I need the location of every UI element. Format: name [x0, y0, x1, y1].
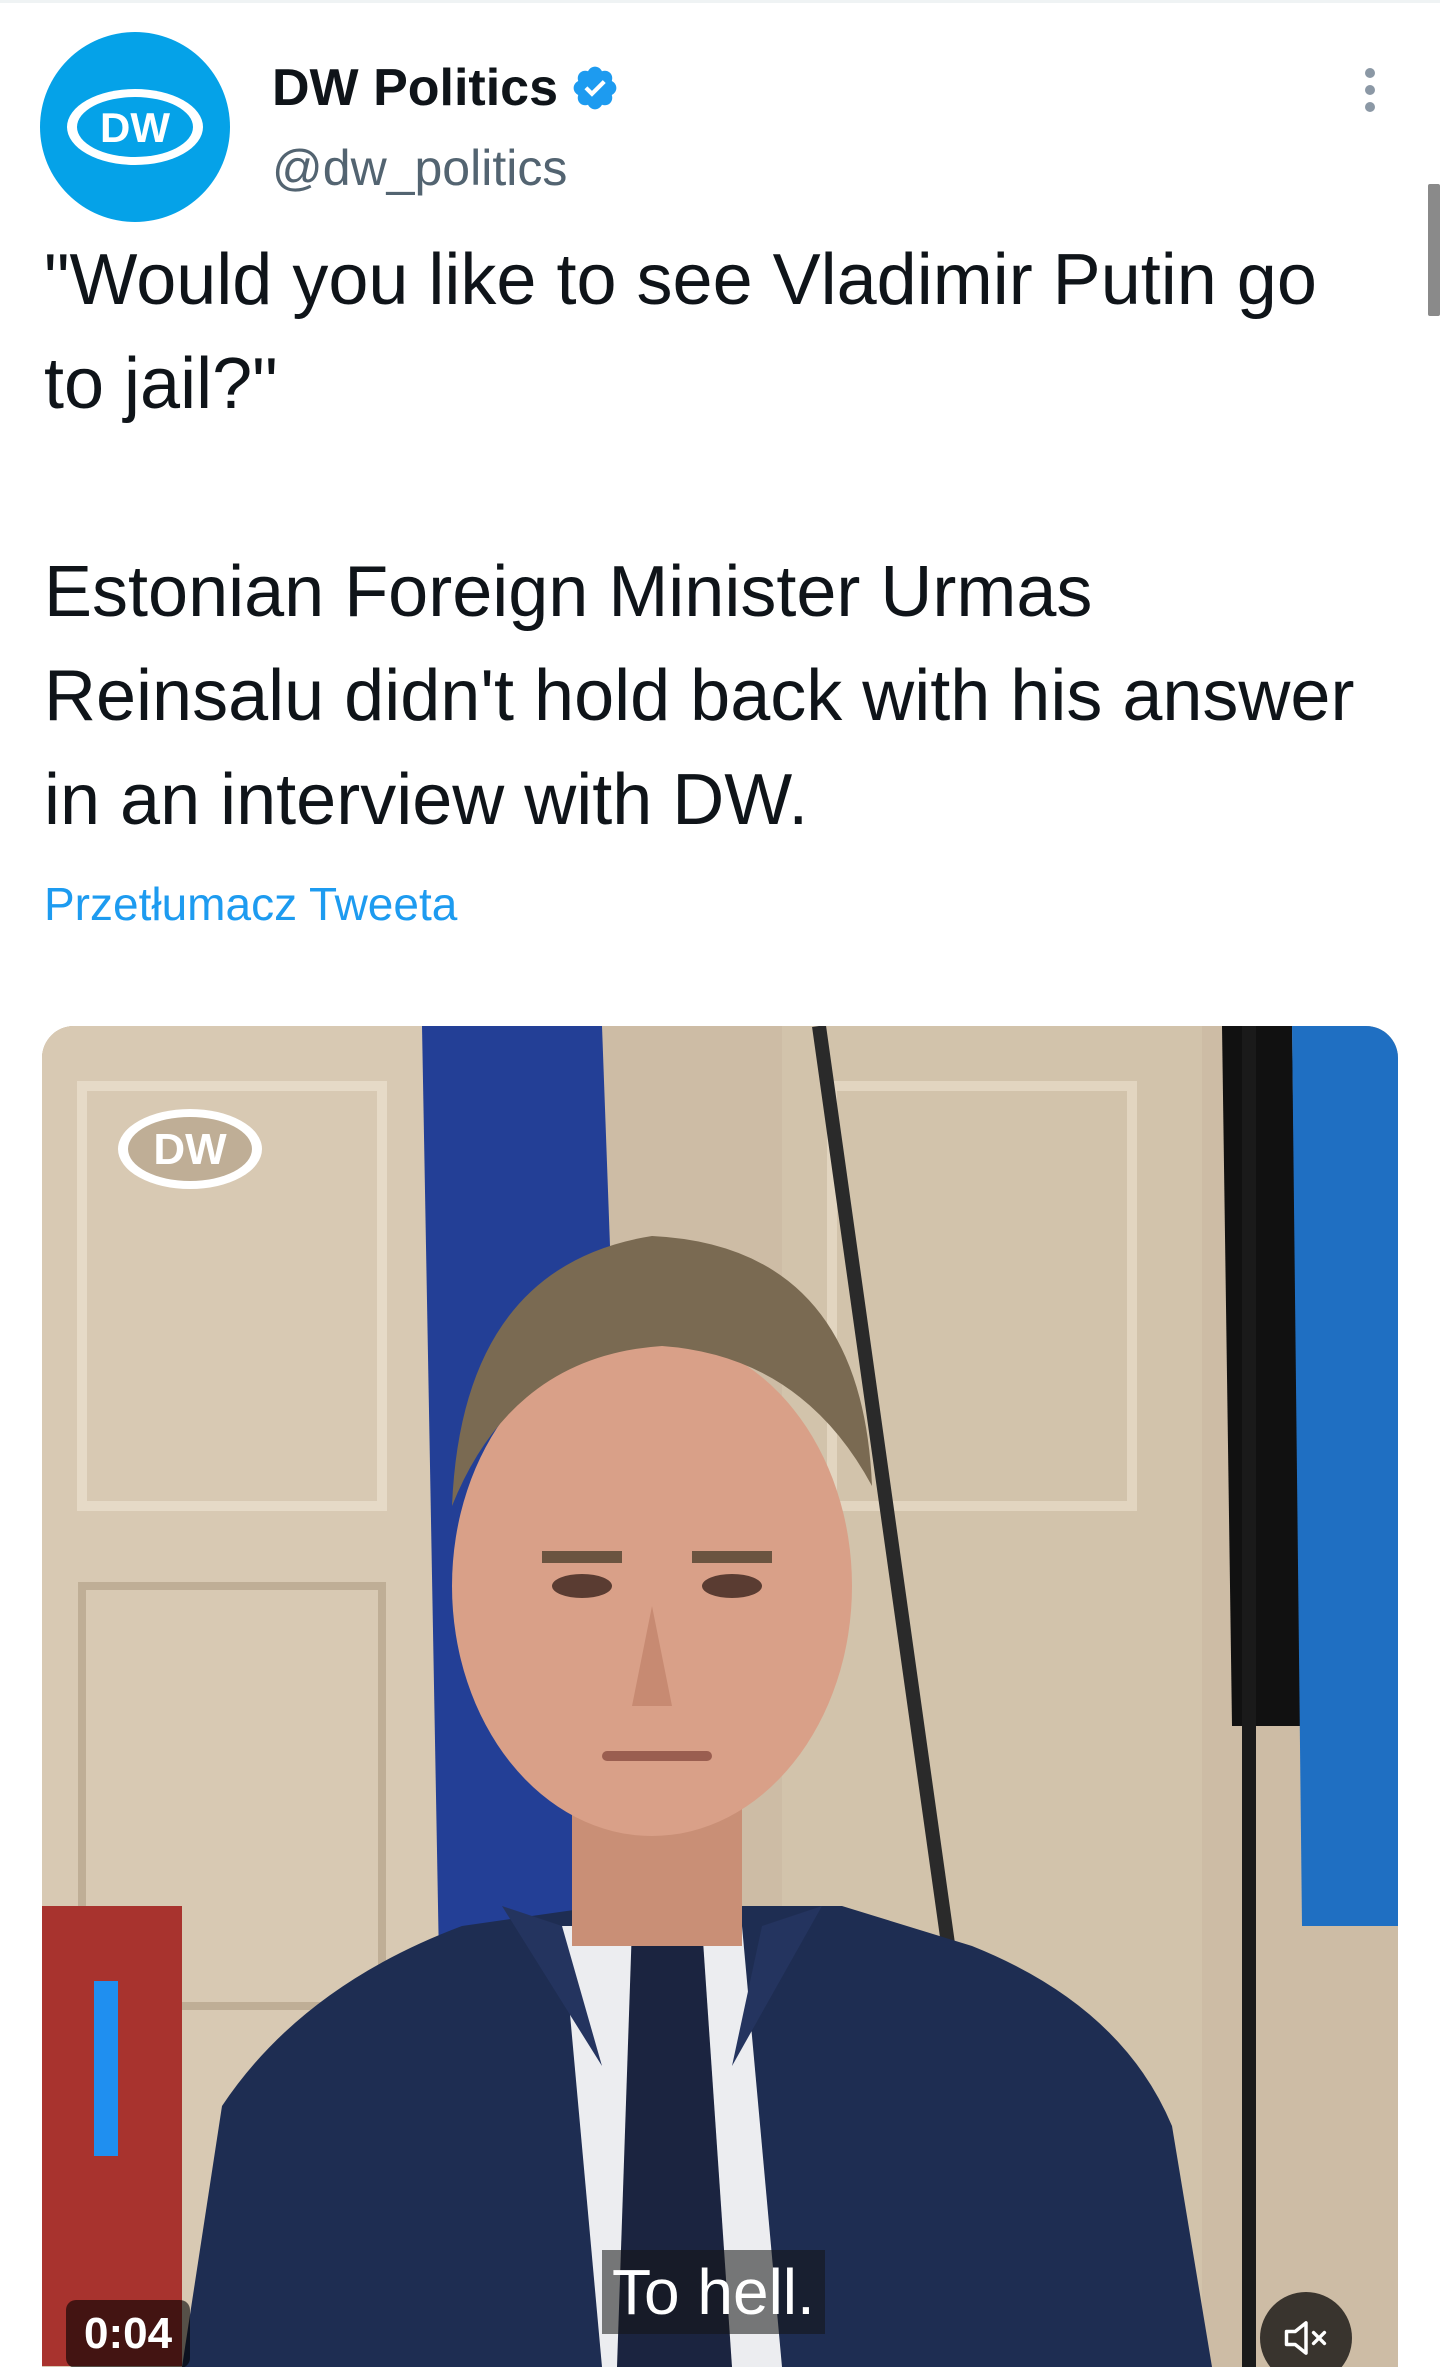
video-frame	[42, 1026, 1398, 2367]
video-timestamp: 0:04	[66, 2300, 191, 2367]
avatar[interactable]: DW	[40, 32, 230, 222]
author-name[interactable]: DW Politics	[272, 56, 558, 120]
tweet-text-line-2: Estonian Foreign Minister Urmas Reinsalu…	[44, 552, 1355, 840]
dw-logo-icon: DW	[67, 89, 203, 165]
author-handle[interactable]: @dw_politics	[272, 136, 567, 200]
top-divider	[0, 0, 1440, 3]
more-vertical-icon	[1365, 68, 1375, 112]
more-options-button[interactable]	[1340, 60, 1400, 120]
avatar-text: DW	[100, 104, 170, 151]
video-player[interactable]: DW To hell. 0:04	[42, 1026, 1398, 2367]
tweet-text: "Would you like to see Vladimir Putin go…	[44, 228, 1384, 852]
watermark-text: DW	[153, 1125, 227, 1174]
scrollbar-thumb[interactable]	[1428, 184, 1440, 316]
video-caption: To hell.	[602, 2250, 825, 2334]
subtitle-marker	[94, 1981, 118, 2156]
dw-watermark-icon: DW	[118, 1109, 262, 1189]
verified-badge-icon	[570, 63, 620, 113]
tweet-text-line-1: "Would you like to see Vladimir Putin go…	[44, 240, 1317, 424]
speaker-muted-icon	[1284, 2321, 1327, 2355]
translate-tweet-link[interactable]: Przetłumacz Tweeta	[44, 872, 457, 936]
author-name-row: DW Politics	[272, 56, 620, 120]
